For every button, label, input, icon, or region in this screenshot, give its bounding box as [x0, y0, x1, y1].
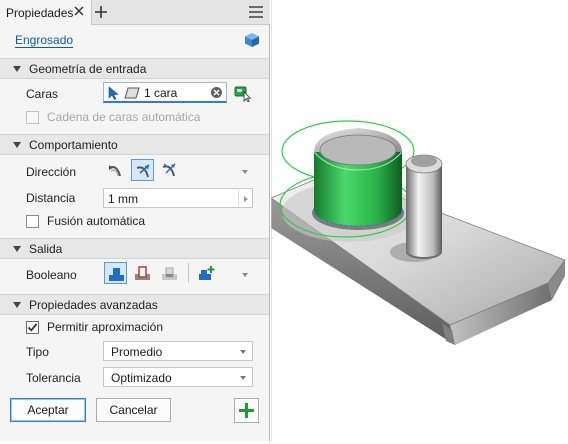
hamburger-icon[interactable] [248, 5, 264, 19]
direction-symmetric-icon [162, 163, 176, 177]
pin-cylinder[interactable] [405, 154, 443, 259]
tolerance-select[interactable]: Optimizado [103, 367, 253, 387]
type-select[interactable]: Promedio [103, 341, 253, 361]
face-pick-icon[interactable] [234, 84, 252, 102]
property-panel: Propiedades Engrosado Geometría de entra… [0, 0, 270, 441]
faces-value: 1 cara [144, 86, 178, 100]
toolbar-separator [188, 263, 189, 283]
distance-menu-arrow[interactable] [238, 189, 252, 207]
direction-default-icon [108, 165, 121, 177]
new-body-icon [199, 266, 215, 280]
ok-button[interactable]: Aceptar [10, 398, 86, 422]
boss-cylinder-selected[interactable] [312, 128, 404, 230]
automerge-label: Fusión automática [47, 214, 146, 228]
cursor-arrow-icon [108, 86, 119, 100]
direction-flipped-button[interactable] [131, 159, 154, 181]
boolean-intersect-icon [162, 267, 177, 280]
section-input-geometry[interactable]: Geometría de entrada [0, 58, 269, 79]
direction-label: Dirección [26, 165, 77, 179]
boolean-intersect-button[interactable] [158, 262, 181, 284]
command-name-link[interactable]: Engrosado [15, 33, 74, 48]
collapse-triangle-icon [13, 246, 21, 252]
chevron-down-icon [240, 376, 246, 380]
direction-default-button[interactable] [104, 159, 127, 181]
direction-flipped-icon [136, 164, 150, 178]
boolean-dropdown-icon[interactable] [242, 273, 248, 277]
tolerance-value: Optimizado [111, 371, 172, 385]
collapse-triangle-icon [13, 302, 21, 308]
chevron-down-icon [240, 350, 246, 354]
boolean-label: Booleano [26, 268, 77, 282]
section-title: Geometría de entrada [29, 62, 147, 76]
tolerance-label: Tolerancia [26, 371, 81, 385]
section-behavior[interactable]: Comportamiento [0, 134, 269, 155]
section-advanced[interactable]: Propiedades avanzadas [0, 294, 269, 315]
type-value: Promedio [111, 345, 163, 359]
distance-value: 1 mm [108, 192, 138, 206]
allow-approximation-checkbox[interactable] [26, 321, 39, 334]
auto-face-chain-checkbox[interactable] [26, 111, 39, 124]
section-title: Propiedades avanzadas [29, 298, 158, 312]
add-icon [239, 403, 254, 418]
tab-properties[interactable]: Propiedades [0, 0, 92, 25]
boolean-cut-button[interactable] [131, 262, 154, 284]
direction-symmetric-button[interactable] [158, 159, 181, 181]
auto-face-chain-label: Cadena de caras automática [47, 110, 201, 124]
direction-dropdown-icon[interactable] [242, 170, 248, 174]
face-icon [124, 87, 140, 99]
distance-input[interactable]: 1 mm [103, 188, 253, 208]
section-title: Salida [29, 242, 63, 256]
cancel-button[interactable]: Cancelar [96, 398, 171, 422]
distance-label: Distancia [26, 191, 76, 205]
clear-icon[interactable] [210, 86, 223, 99]
boolean-cut-icon [135, 266, 150, 280]
boolean-join-button[interactable] [104, 262, 127, 284]
section-output[interactable]: Salida [0, 238, 269, 259]
type-label: Tipo [26, 345, 49, 359]
faces-selector[interactable]: 1 cara [103, 82, 227, 103]
collapse-triangle-icon [13, 142, 21, 148]
new-body-button[interactable] [195, 262, 218, 284]
section-title: Comportamiento [29, 138, 118, 152]
close-icon[interactable] [72, 4, 86, 18]
faces-label: Caras [26, 87, 59, 101]
tab-title: Propiedades [6, 6, 74, 20]
checkmark-icon [27, 323, 38, 332]
graphics-viewport[interactable] [270, 0, 568, 441]
allow-approximation-label: Permitir aproximación [47, 320, 164, 334]
boolean-join-icon [109, 268, 124, 281]
plus-icon[interactable] [94, 5, 108, 19]
automerge-checkbox[interactable] [26, 215, 39, 228]
collapse-triangle-icon [13, 66, 21, 72]
tab-bar: Propiedades [0, 0, 270, 25]
model-view[interactable] [270, 0, 568, 441]
apply-add-button[interactable] [234, 398, 259, 423]
cube-icon [245, 33, 259, 47]
